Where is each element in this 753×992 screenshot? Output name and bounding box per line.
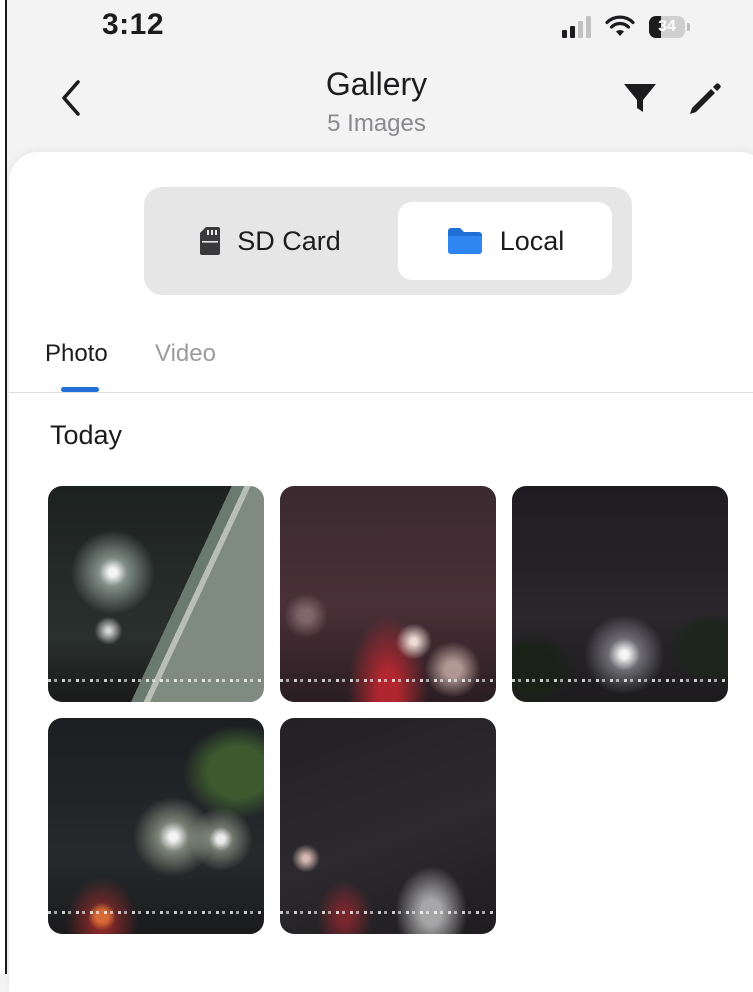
source-switch: SD Card Local (144, 187, 632, 295)
image-thumbnail[interactable] (48, 486, 264, 702)
image-thumbnail[interactable] (512, 486, 728, 702)
status-time: 3:12 (102, 8, 165, 41)
image-thumbnail[interactable] (48, 718, 264, 934)
battery-level: 34 (658, 18, 676, 35)
section-title-today: Today (50, 420, 123, 450)
sd-card-label: SD Card (237, 225, 341, 256)
timestamp-overlay (48, 679, 264, 682)
edit-button[interactable] (684, 76, 724, 118)
screen-edge (0, 0, 7, 974)
sd-card-icon (200, 227, 221, 255)
wifi-icon (605, 15, 635, 36)
signal-icon (562, 16, 591, 38)
tab-photo[interactable]: Photo (45, 340, 108, 368)
pencil-icon (690, 83, 721, 114)
image-thumbnail[interactable] (280, 718, 496, 934)
filter-icon (624, 84, 656, 112)
status-icons: 34 (562, 12, 691, 42)
tab-video[interactable]: Video (155, 340, 216, 368)
local-option[interactable]: Local (398, 202, 612, 280)
battery-icon: 34 (649, 16, 691, 38)
local-label: Local (499, 225, 565, 256)
image-thumbnail[interactable] (280, 486, 496, 702)
sd-card-option[interactable]: SD Card (154, 202, 386, 280)
timestamp-overlay (280, 679, 496, 682)
folder-icon (447, 228, 482, 254)
filter-button[interactable] (620, 78, 660, 118)
divider (9, 392, 753, 393)
timestamp-overlay (48, 911, 264, 914)
timestamp-overlay (280, 911, 496, 914)
timestamp-overlay (512, 679, 728, 682)
